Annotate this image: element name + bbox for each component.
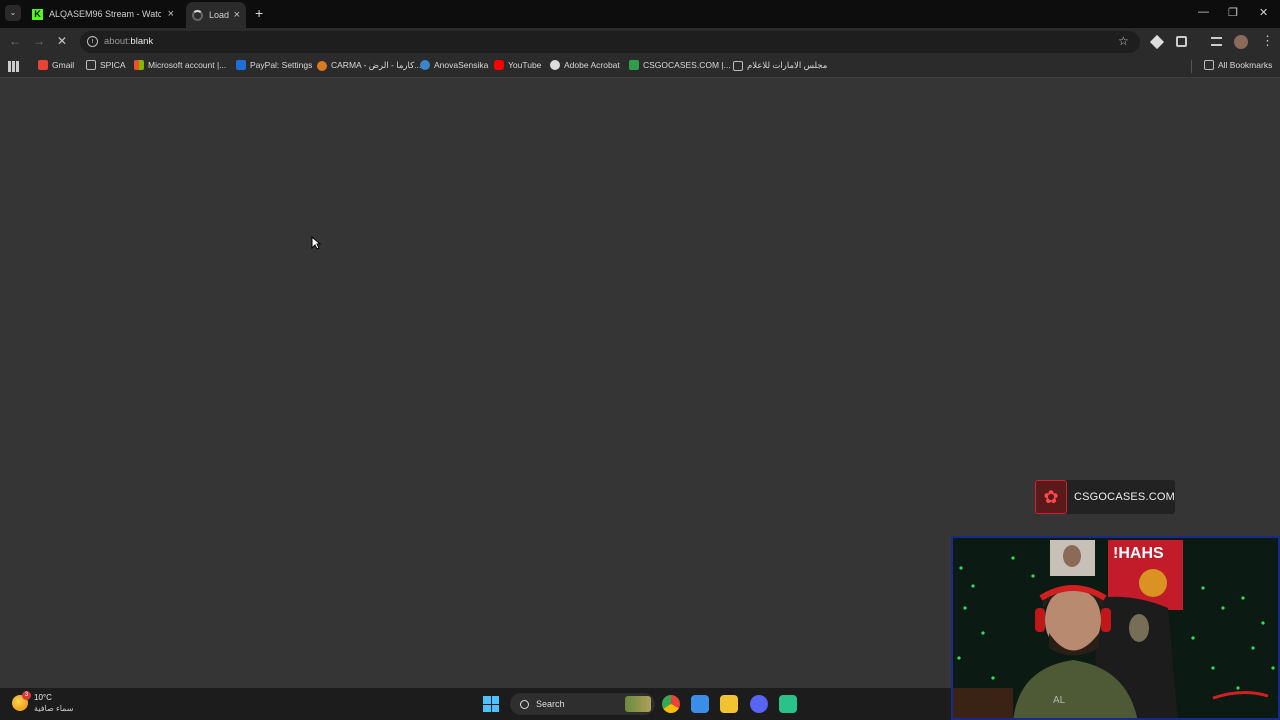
bookmark-paypal[interactable]: PayPal: Settings — [236, 60, 312, 70]
folder-icon — [1204, 60, 1214, 70]
bookmark-label: PayPal: Settings — [250, 60, 313, 70]
sponsor-text: CSGOCASES.COM — [1073, 491, 1175, 503]
file-explorer-icon[interactable] — [720, 695, 738, 713]
app-icon[interactable] — [779, 695, 797, 713]
stop-button[interactable]: ✕ — [57, 34, 67, 48]
bookmark-label: YouTube — [508, 60, 542, 70]
svg-text:AL: AL — [1053, 695, 1066, 706]
tab-search-button[interactable]: ⌄ — [5, 5, 21, 21]
kick-icon: K — [32, 8, 43, 20]
bookmark-label: مجلس الامارات للاعلام — [747, 60, 828, 70]
svg-text:!HAHS: !HAHS — [1113, 545, 1164, 562]
windows-logo-icon — [483, 696, 491, 704]
store-icon[interactable] — [691, 695, 709, 713]
weather-widget[interactable]: 3 10°C سماء صافية — [12, 691, 102, 716]
tab-strip: ⌄ K ALQASEM96 Stream - Watch Li × Load ×… — [0, 0, 1280, 28]
gmail-icon — [38, 60, 48, 70]
start-button[interactable] — [483, 696, 499, 712]
loading-icon — [192, 9, 203, 21]
bookmarks-bar: Gmail SPICA Microsoft account |... PayPa… — [0, 56, 1280, 78]
restore-button[interactable]: ❐ — [1228, 6, 1238, 19]
menu-icon[interactable]: ⋮ — [1261, 33, 1274, 49]
all-bookmarks-label: All Bookmarks — [1218, 60, 1273, 70]
media-control-icon[interactable] — [1211, 37, 1222, 46]
address-bar[interactable]: i about:blank ☆ — [80, 31, 1140, 53]
search-highlight-icon — [625, 696, 651, 712]
anova-icon — [420, 60, 430, 70]
apps-grid-icon[interactable] — [8, 61, 19, 72]
tab-loading[interactable]: Load × — [186, 2, 246, 28]
folder-icon — [733, 60, 743, 71]
tab-title: ALQASEM96 Stream - Watch Li — [49, 9, 161, 19]
carma-icon — [317, 60, 327, 71]
tab-title: Load — [209, 10, 230, 20]
extension-icon[interactable] — [1149, 34, 1165, 50]
bookmark-gmail[interactable]: Gmail — [38, 60, 74, 70]
discord-icon[interactable] — [750, 695, 768, 713]
close-window-button[interactable]: ✕ — [1259, 6, 1268, 19]
bookmark-csgocases[interactable]: CSGOCASES.COM |... — [629, 60, 731, 70]
bookmark-label: CARMA - كارما - الرض... — [331, 60, 422, 70]
webcam-overlay: !HAHS AL — [951, 536, 1280, 720]
close-tab-icon[interactable]: × — [234, 9, 240, 21]
weather-desc: سماء صافية — [34, 704, 74, 713]
toolbar: ← → ✕ i about:blank ☆ ⋮ — [0, 28, 1280, 56]
address-path: blank — [130, 36, 154, 47]
bookmarks-divider — [1191, 60, 1192, 73]
bookmark-label: Adobe Acrobat — [564, 60, 620, 70]
taskbar: 3 10°C سماء صافية Search — [0, 688, 951, 720]
bookmark-label: CSGOCASES.COM |... — [643, 60, 731, 70]
bookmark-label: AnovaSensika — [434, 60, 489, 70]
new-tab-button[interactable]: + — [255, 5, 263, 21]
bookmark-label: Microsoft account |... — [148, 60, 227, 70]
acrobat-icon — [550, 60, 560, 70]
bookmark-youtube[interactable]: YouTube — [494, 60, 541, 70]
webcam-image: !HAHS AL — [953, 538, 1278, 718]
avatar[interactable] — [1234, 35, 1248, 49]
close-tab-icon[interactable]: × — [168, 8, 174, 20]
weather-temp: 10°C — [34, 693, 52, 702]
address-text[interactable]: about:blank — [104, 36, 153, 47]
sponsor-badge: ✿ CSGOCASES.COM — [1035, 480, 1175, 514]
extensions-puzzle-icon[interactable] — [1176, 36, 1187, 47]
paypal-icon — [236, 60, 246, 70]
tab-stream[interactable]: K ALQASEM96 Stream - Watch Li × — [26, 3, 180, 25]
mouse-cursor-icon — [311, 236, 321, 250]
back-button[interactable]: ← — [9, 34, 21, 48]
bookmark-adobe-acrobat[interactable]: Adobe Acrobat — [550, 60, 620, 70]
bookmark-anovasensika[interactable]: AnovaSensika — [420, 60, 488, 70]
all-bookmarks[interactable]: All Bookmarks — [1204, 60, 1272, 70]
csgocases-logo-icon: ✿ — [1035, 480, 1067, 514]
address-scheme: about: — [104, 36, 131, 47]
minimize-button[interactable]: — — [1198, 6, 1209, 18]
taskbar-search[interactable]: Search — [510, 693, 655, 715]
chrome-icon[interactable] — [662, 695, 680, 713]
folder-icon — [86, 60, 96, 70]
bookmark-label: Gmail — [52, 60, 75, 70]
bookmark-star-icon[interactable]: ☆ — [1118, 34, 1129, 48]
info-icon[interactable]: i — [87, 36, 98, 47]
microsoft-icon — [134, 60, 144, 70]
bookmark-label: SPICA — [100, 60, 126, 70]
weather-alert-badge: 3 — [22, 691, 31, 700]
search-icon — [520, 699, 529, 709]
bookmark-uae-media-council[interactable]: مجلس الامارات للاعلام — [733, 60, 827, 71]
bookmark-carma[interactable]: CARMA - كارما - الرض... — [317, 60, 421, 71]
csgocases-icon — [629, 60, 639, 70]
bookmark-microsoft[interactable]: Microsoft account |... — [134, 60, 226, 70]
youtube-icon — [494, 60, 504, 70]
forward-button[interactable]: → — [33, 34, 45, 48]
search-label: Search — [536, 699, 565, 709]
bookmark-spica[interactable]: SPICA — [86, 60, 126, 70]
